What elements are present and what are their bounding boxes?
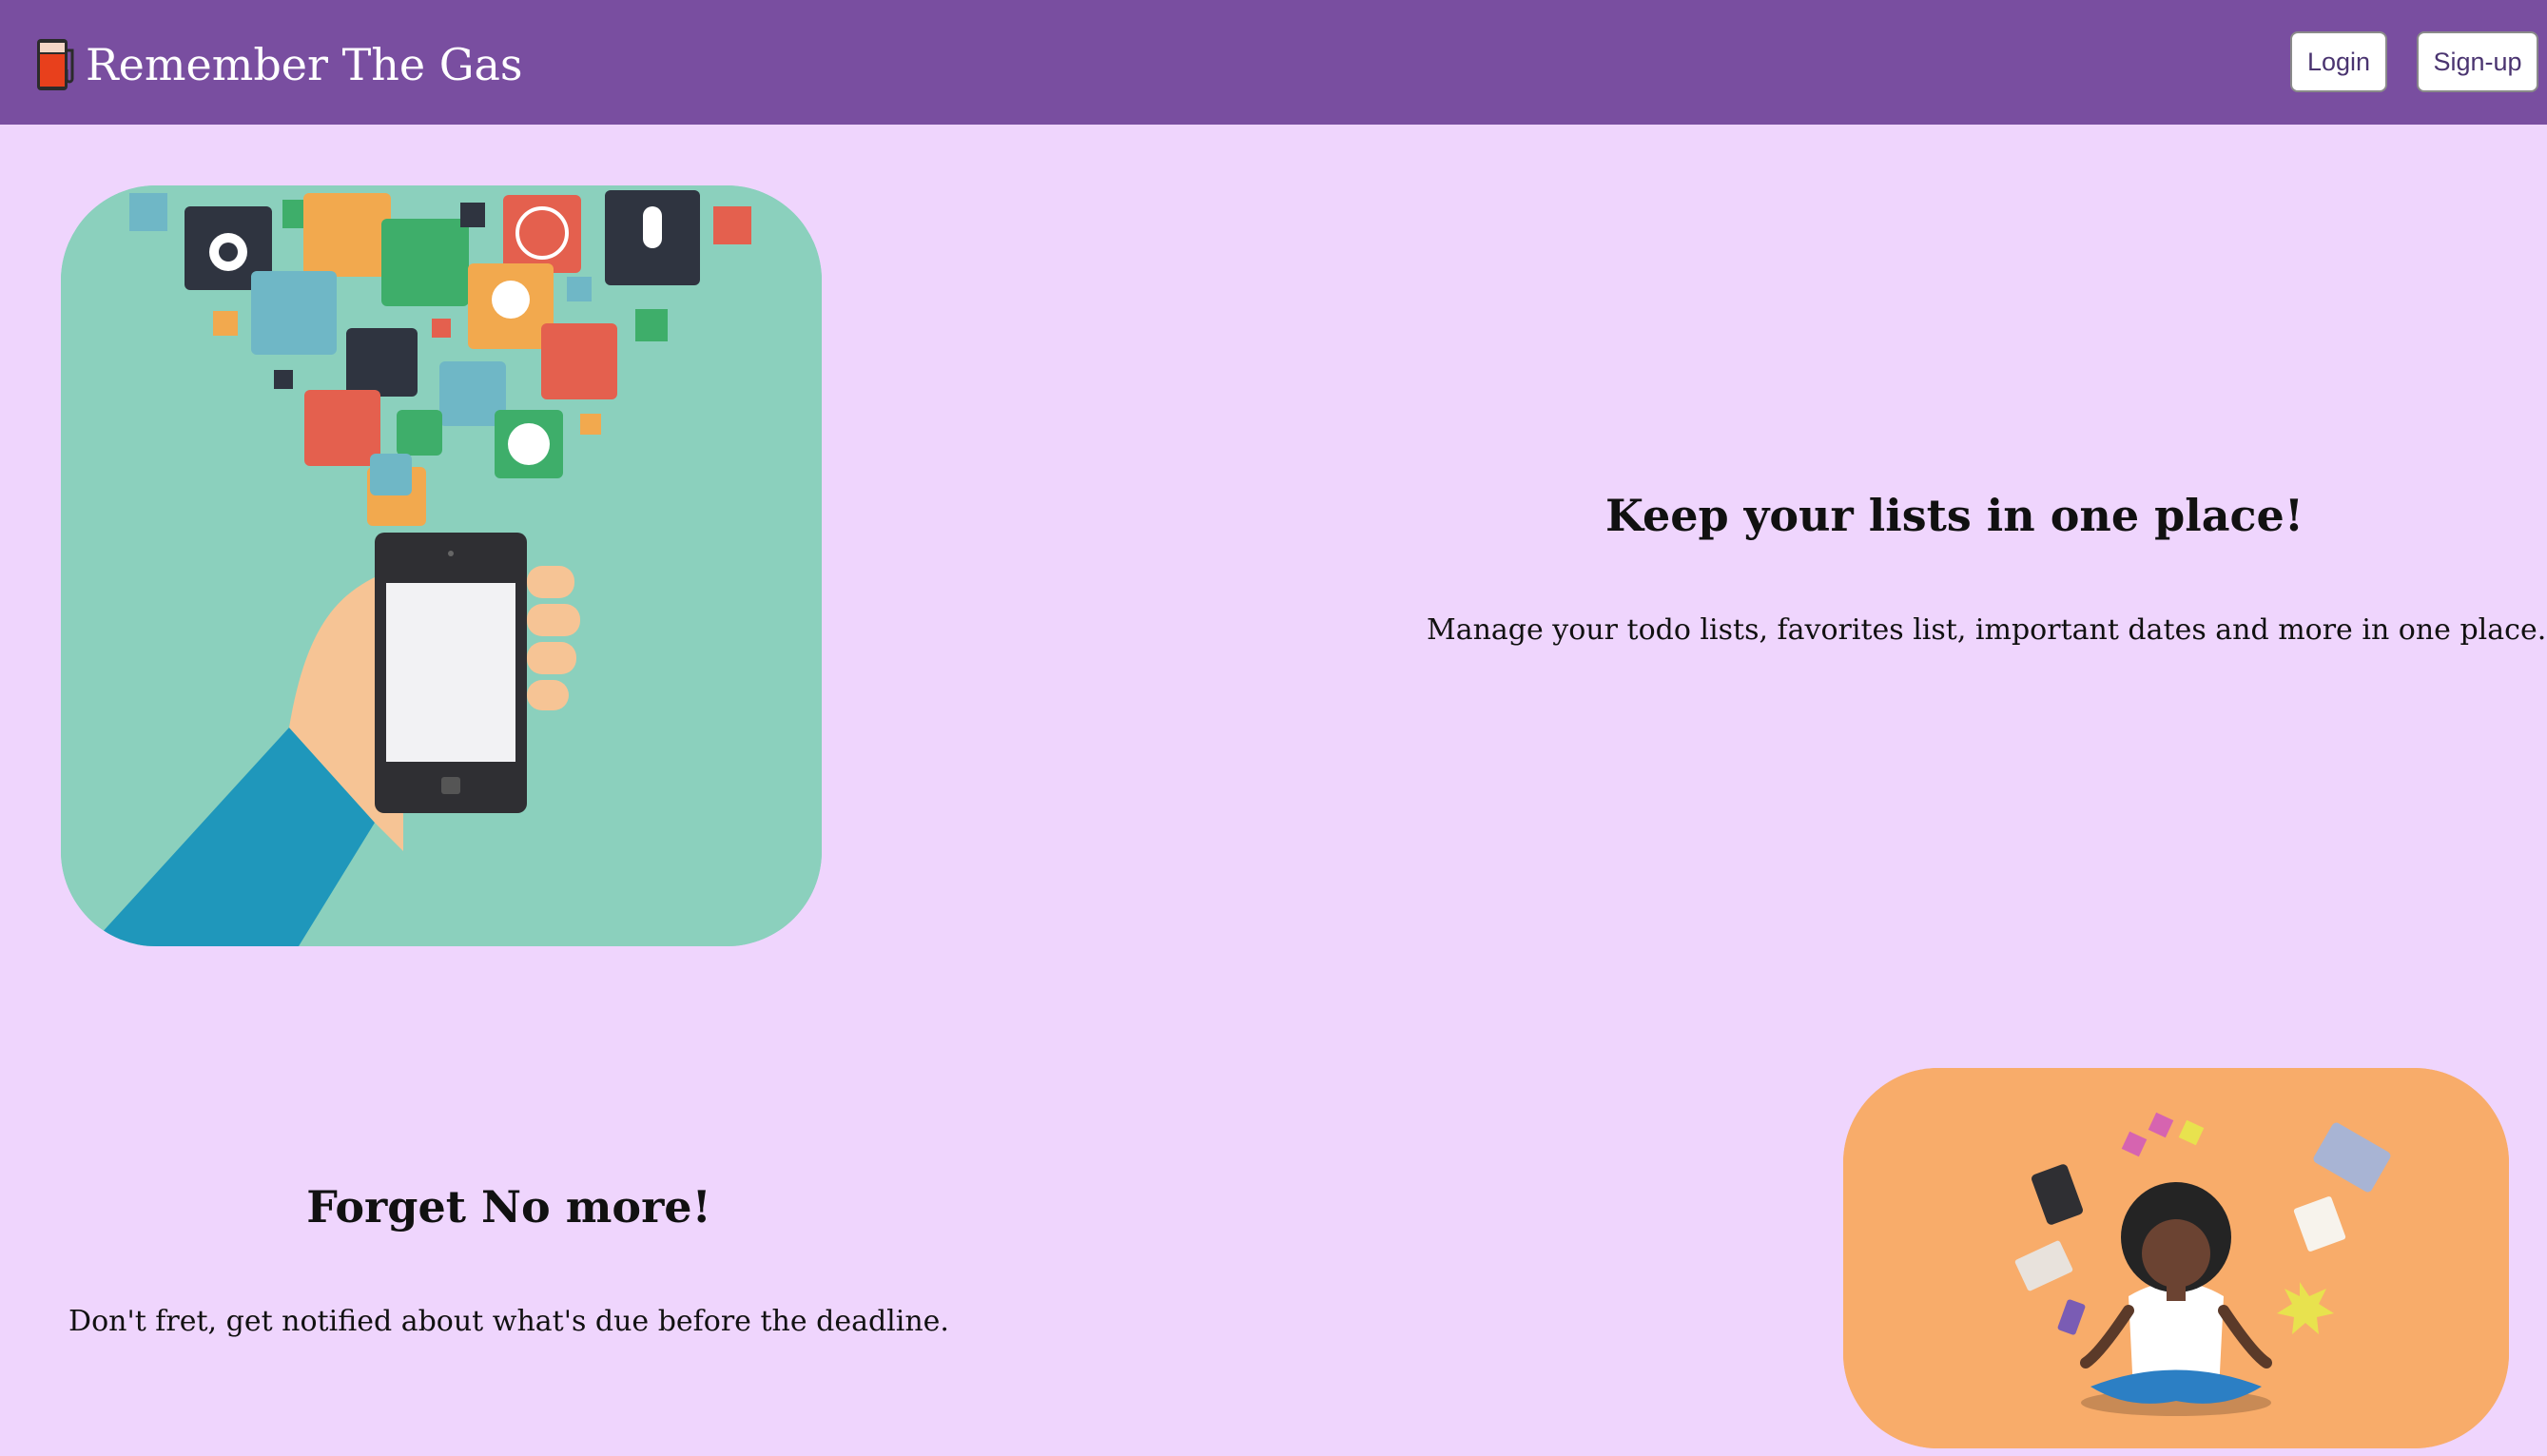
feature-text-lists: Manage your todo lists, favorites list, …: [1427, 613, 2547, 647]
gas-pump-icon: [37, 39, 74, 90]
meditating-person-illustration: [1843, 1068, 2509, 1448]
brand-title: Remember The Gas: [86, 39, 523, 90]
brand[interactable]: Remember The Gas: [34, 36, 523, 93]
feature-title-lists: Keep your lists in one place!: [1604, 490, 2304, 541]
phone-apps-illustration: [61, 185, 822, 946]
feature-text-notify: Don't fret, get notified about what's du…: [68, 1305, 949, 1338]
feature-title-notify: Forget No more!: [306, 1181, 711, 1233]
login-button[interactable]: Login: [2290, 31, 2387, 92]
signup-button[interactable]: Sign-up: [2417, 31, 2538, 92]
navbar: Remember The Gas Login Sign-up: [0, 0, 2547, 125]
